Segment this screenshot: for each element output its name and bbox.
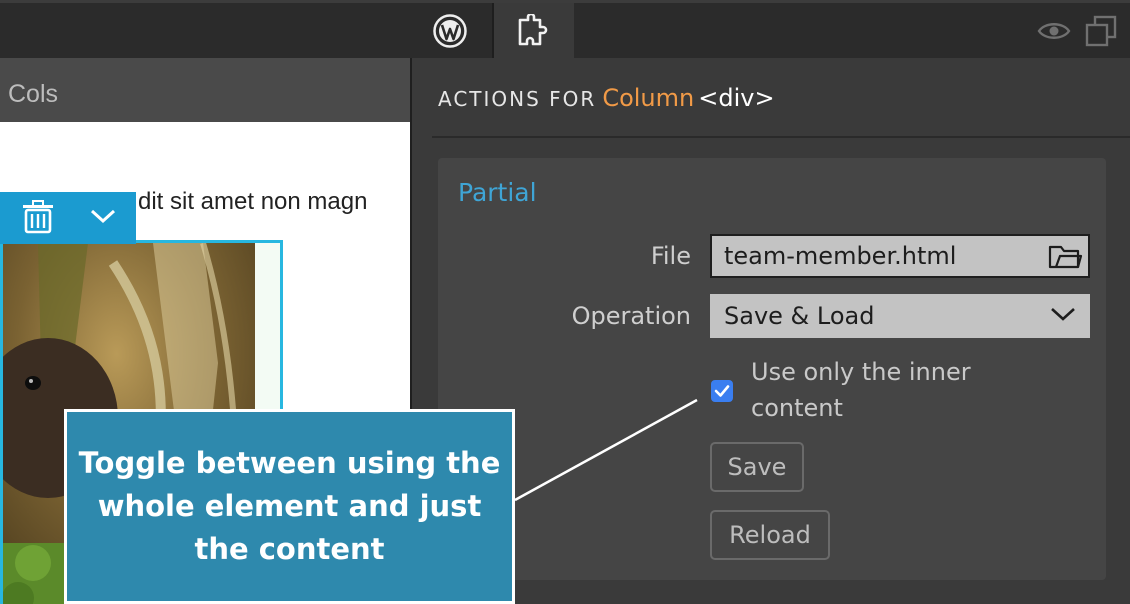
puzzle-plugin-icon[interactable] [492, 3, 574, 58]
folder-icon[interactable] [1048, 243, 1084, 275]
chevron-down-icon [1050, 306, 1076, 326]
eye-icon[interactable] [1032, 3, 1076, 58]
file-label: File [650, 242, 691, 270]
callout-tooltip: Toggle between using the whole element a… [64, 409, 515, 604]
reload-button[interactable]: Reload [710, 510, 830, 560]
callout-text: Toggle between using the whole element a… [78, 446, 501, 566]
inner-content-checkbox[interactable] [711, 380, 733, 402]
canvas-header-label: Cols [8, 80, 59, 108]
top-toolbar [0, 0, 1130, 58]
trash-icon[interactable] [20, 200, 56, 238]
canvas-body-text[interactable]: dit sit amet non magn [138, 188, 367, 216]
checkmark-icon [714, 385, 730, 397]
file-value: team-member.html [724, 242, 957, 270]
operation-label: Operation [571, 302, 691, 330]
chevron-down-icon[interactable] [90, 208, 116, 228]
panel-separator [432, 136, 1130, 138]
element-toolbar [0, 192, 136, 244]
selected-element-tag: <div> [698, 84, 775, 112]
wordpress-icon[interactable] [420, 3, 480, 58]
inner-content-label[interactable]: Use only the inner content [751, 354, 1031, 426]
panel-title: ACTIONS FOR Column <div> [438, 84, 775, 112]
operation-select[interactable]: Save & Load [710, 294, 1090, 338]
selected-element-name: Column [602, 84, 695, 112]
duplicate-icon[interactable] [1078, 3, 1124, 58]
operation-value: Save & Load [724, 302, 875, 330]
panel-title-prefix: ACTIONS FOR [438, 87, 597, 111]
canvas-header: Cols [0, 58, 410, 122]
section-title[interactable]: Partial [458, 178, 537, 207]
file-field[interactable]: team-member.html [710, 234, 1090, 278]
save-button[interactable]: Save [710, 442, 804, 492]
partial-section: Partial File team-member.html Operation … [438, 158, 1106, 580]
